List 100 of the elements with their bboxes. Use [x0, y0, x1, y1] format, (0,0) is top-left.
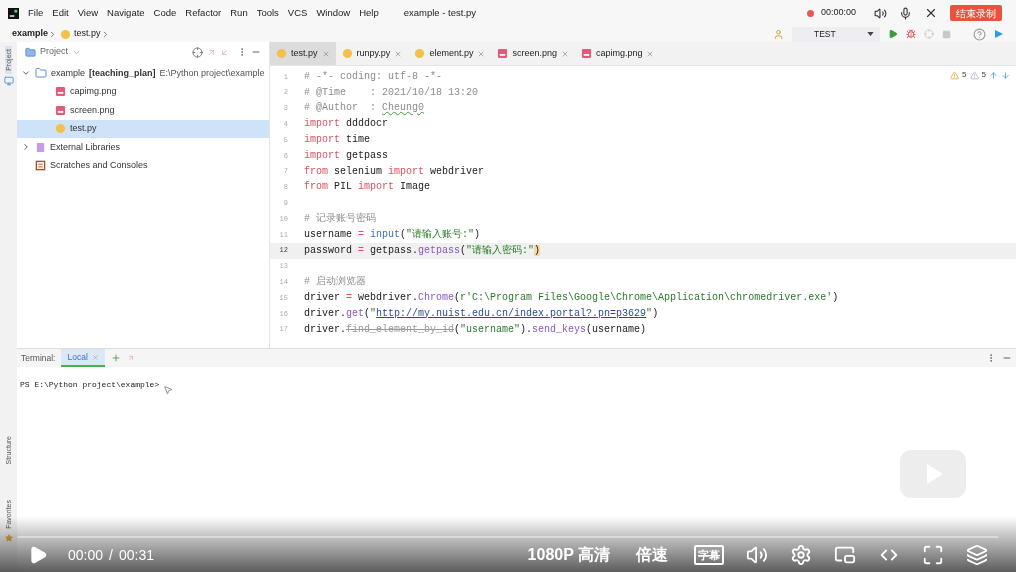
- code-line: # -*- coding: utf-8 -*-: [304, 69, 443, 84]
- play-icon[interactable]: [28, 545, 48, 565]
- menu-item[interactable]: Run: [230, 5, 248, 21]
- duration: 00:31: [118, 545, 154, 565]
- plugin-logo-icon[interactable]: [994, 29, 1004, 39]
- menu-item[interactable]: Tools: [256, 5, 279, 21]
- menu-item[interactable]: File: [28, 5, 44, 21]
- close-tab-icon[interactable]: [91, 353, 99, 361]
- code-line: import ddddocr: [304, 117, 389, 132]
- tree-item-label: External Libraries: [50, 140, 121, 154]
- folder-icon: [25, 46, 36, 58]
- dropdown-caret-icon: [867, 32, 874, 36]
- collapse-icon[interactable]: [21, 142, 31, 153]
- python-file-icon: [341, 48, 353, 59]
- close-tab-icon[interactable]: [477, 49, 486, 58]
- code-line: password = getpass.getpass("请输入密码:"): [304, 243, 541, 258]
- code-line: # @Time : 2021/10/18 13:20: [304, 85, 479, 100]
- fullscreen-icon[interactable]: [922, 544, 944, 566]
- user-icon[interactable]: [773, 28, 784, 40]
- breadcrumb-item[interactable]: example: [12, 27, 49, 41]
- code-line: from PIL import Image: [304, 180, 431, 195]
- tree-item[interactable]: capimg.png: [17, 82, 269, 101]
- close-tab-icon[interactable]: [321, 49, 330, 58]
- code-line: # @Author : Cheung0: [304, 101, 425, 116]
- tree-item-label: capimg.png: [70, 85, 117, 98]
- menu-item[interactable]: Window: [316, 5, 351, 21]
- python-file-icon: [276, 48, 287, 59]
- code-line: driver = webdriver.Chrome(r'C:\Program Files\Google\Chrome\Application\chromedriver.exe'): [304, 291, 839, 306]
- speaker-icon[interactable]: [874, 6, 887, 20]
- editor-tab[interactable]: element.py: [408, 42, 492, 65]
- breadcrumb-item[interactable]: test.py: [74, 27, 101, 41]
- tree-item[interactable]: Scratches and Consoles: [17, 156, 269, 175]
- menu-item[interactable]: Code: [153, 5, 177, 21]
- locate-icon[interactable]: [192, 46, 203, 58]
- app-logo: [8, 7, 19, 19]
- previous-icon[interactable]: [989, 70, 998, 80]
- close-tab-icon[interactable]: [646, 49, 655, 58]
- new-tab-icon[interactable]: [110, 353, 121, 363]
- volume-icon[interactable]: [746, 544, 768, 566]
- tree-item-label: screen.png: [70, 103, 115, 117]
- project-icon[interactable]: [3, 75, 14, 86]
- terminal-tab[interactable]: Local: [61, 349, 105, 367]
- close-tab-icon[interactable]: [394, 49, 403, 58]
- code-line: import getpass: [304, 148, 389, 163]
- menu-item[interactable]: VCS: [287, 5, 308, 21]
- stack-icon[interactable]: [966, 544, 988, 566]
- menu-item[interactable]: Refactor: [185, 5, 222, 21]
- tree-item-label: Scratches and Consoles: [50, 159, 148, 172]
- code-line: driver.find_element_by_id("username").send_keys(username): [304, 322, 647, 337]
- favorites-star-icon: [4, 534, 13, 542]
- recording-time: 00:00:00: [820, 6, 856, 20]
- current-time: 00:00: [68, 545, 104, 565]
- editor-tab[interactable]: runpy.py: [335, 42, 409, 65]
- next-icon[interactable]: [1001, 70, 1010, 80]
- tree-item-label: example: [51, 66, 86, 80]
- coverage-icon[interactable]: [924, 29, 934, 39]
- image-file-icon: [580, 48, 592, 59]
- stop-icon[interactable]: [942, 29, 951, 39]
- close-icon[interactable]: [924, 6, 938, 20]
- image-file-icon: [55, 86, 66, 98]
- help-icon[interactable]: [973, 27, 986, 41]
- menu-item[interactable]: Edit: [52, 5, 69, 21]
- tree-item[interactable]: screen.png: [17, 101, 269, 120]
- folder-icon: [35, 67, 47, 80]
- tree-item[interactable]: test.py: [17, 119, 269, 138]
- code-line: # 启动浏览器: [304, 275, 366, 290]
- editor-tab[interactable]: capimg.png: [574, 42, 661, 65]
- microphone-icon[interactable]: [899, 6, 912, 20]
- python-file-icon: [414, 48, 426, 59]
- image-file-icon: [55, 104, 66, 116]
- library-icon: [35, 141, 46, 153]
- editor-tab[interactable]: screen.png: [491, 42, 575, 65]
- image-file-icon: [497, 48, 509, 59]
- menu-item[interactable]: Help: [359, 5, 379, 21]
- run-icon[interactable]: [888, 29, 898, 39]
- weak-warning-icon[interactable]: [969, 70, 979, 80]
- tree-item[interactable]: External Libraries: [17, 138, 269, 157]
- terminal-prompt: PS E:\Python project\example>: [20, 380, 160, 389]
- scratches-icon: [35, 160, 46, 172]
- code-line: from selenium import webdriver: [304, 164, 485, 179]
- window-title: example - test.py: [403, 5, 477, 20]
- debug-icon[interactable]: [906, 29, 916, 39]
- folder-path: E:\Python project\example: [159, 66, 265, 80]
- python-file-icon: [60, 28, 72, 40]
- stop-recording-button[interactable]: 结束录制: [950, 5, 1002, 21]
- code-line: driver.get("http://my.nuist.edu.cn/index.portal?.pn=p3629"): [304, 306, 659, 321]
- python-file-icon: [55, 123, 66, 135]
- tree-item[interactable]: example [teaching_plan] E:\Python project\example: [17, 64, 269, 83]
- menu-item[interactable]: View: [77, 5, 99, 21]
- terminal-label: Terminal:: [21, 351, 56, 365]
- warning-count: 5: [962, 69, 967, 81]
- editor-tab[interactable]: test.py: [270, 42, 336, 65]
- settings-icon[interactable]: [790, 544, 812, 566]
- picture-in-picture-icon[interactable]: [834, 544, 856, 566]
- warning-icon[interactable]: [950, 70, 960, 80]
- weak-warning-count: 5: [981, 69, 986, 81]
- code-line: # 记录账号密码: [304, 212, 376, 227]
- menu-item[interactable]: Navigate: [107, 5, 145, 21]
- close-tab-icon[interactable]: [560, 49, 569, 58]
- run-configuration-dropdown[interactable]: TEST: [792, 26, 880, 42]
